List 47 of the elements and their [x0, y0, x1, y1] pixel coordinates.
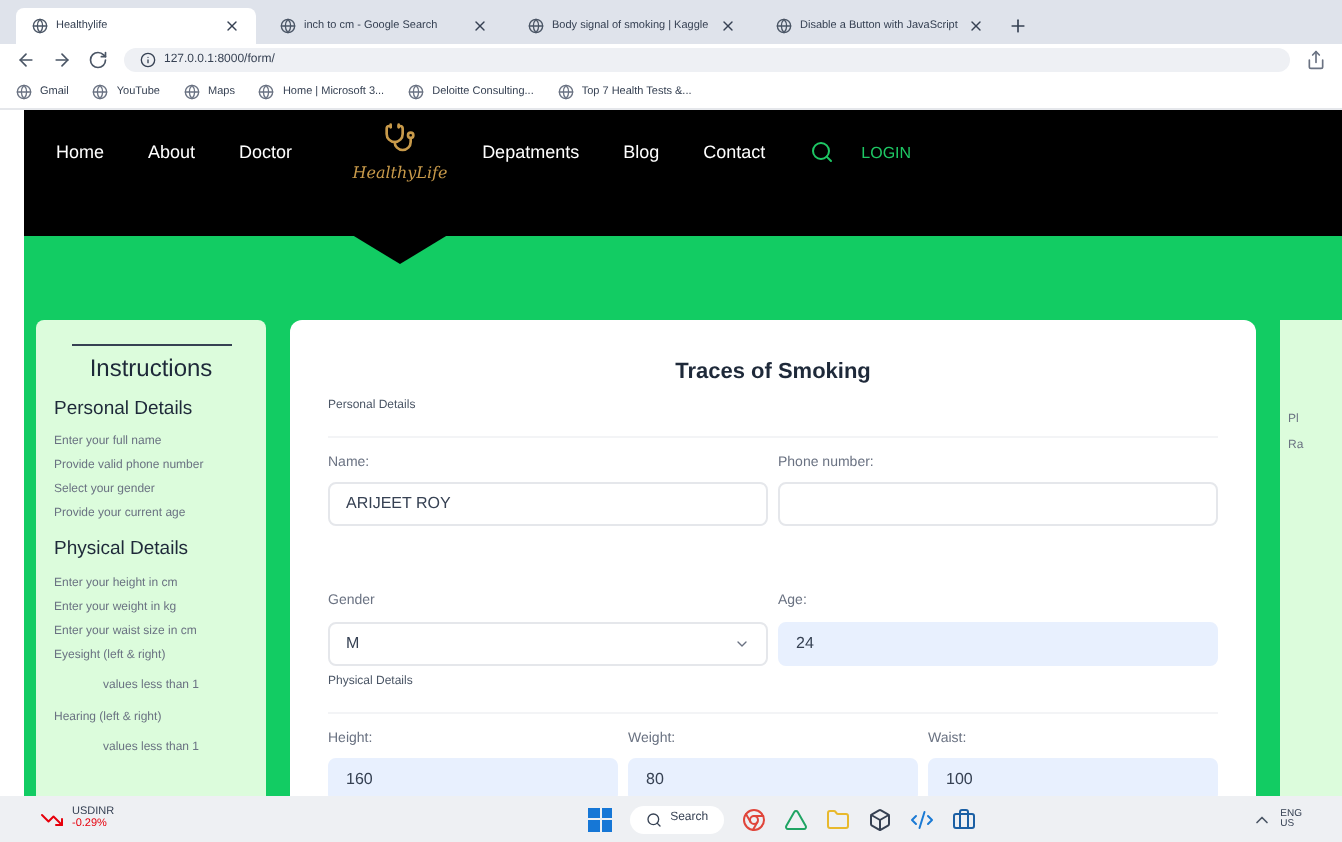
browser-icon[interactable]	[742, 807, 767, 831]
section-heading: Physical Details	[54, 536, 191, 565]
search-icon	[646, 811, 663, 827]
input-field[interactable]: 160	[328, 758, 618, 796]
forward-icon[interactable]	[52, 50, 72, 70]
search-icon[interactable]	[809, 140, 834, 164]
reload-icon[interactable]	[88, 50, 108, 70]
input-field[interactable]: 80	[628, 758, 918, 796]
close-icon[interactable]	[472, 18, 488, 34]
input-field[interactable]: 100	[928, 758, 1218, 796]
info-icon[interactable]	[140, 52, 156, 68]
globe-icon	[408, 84, 425, 100]
nav-link[interactable]: About	[148, 140, 196, 167]
login-link[interactable]: LOGIN	[861, 142, 912, 166]
new-tab-icon[interactable]	[1008, 16, 1028, 36]
nav-link[interactable]: Contact	[703, 140, 766, 167]
triangle-icon[interactable]	[784, 807, 809, 831]
stethoscope-icon	[384, 122, 416, 154]
cube-icon[interactable]	[868, 807, 893, 831]
globe-icon	[16, 84, 32, 100]
back-icon[interactable]	[16, 50, 36, 70]
favicon-icon	[280, 18, 296, 34]
input-field[interactable]: ARIJEET ROY	[328, 482, 768, 526]
nav-link[interactable]: Blog	[623, 140, 660, 167]
input-field[interactable]	[778, 482, 1218, 526]
globe-icon	[258, 84, 275, 100]
nav-link[interactable]: Depatments	[482, 140, 580, 167]
favicon-icon	[776, 18, 792, 34]
globe-icon	[92, 84, 109, 100]
favicon-icon	[32, 18, 48, 34]
code-icon[interactable]	[910, 807, 935, 831]
nav-link[interactable]: Home	[56, 140, 105, 167]
input-field[interactable]: 24	[778, 621, 1218, 665]
nav-link[interactable]: Doctor	[239, 140, 293, 167]
globe-icon	[557, 84, 574, 100]
panel-title: Instructions	[87, 352, 215, 386]
close-icon[interactable]	[968, 18, 984, 34]
briefcase-icon[interactable]	[952, 807, 977, 831]
gender-select[interactable]: M	[328, 621, 768, 665]
share-icon[interactable]	[1306, 50, 1326, 70]
section-heading: Personal Details	[54, 396, 195, 424]
close-icon[interactable]	[720, 18, 736, 34]
favicon-icon	[528, 18, 544, 34]
form-title: Traces of Smoking	[673, 358, 873, 388]
close-icon[interactable]	[224, 18, 240, 34]
start-icon[interactable]	[588, 807, 613, 831]
globe-icon	[184, 84, 200, 100]
